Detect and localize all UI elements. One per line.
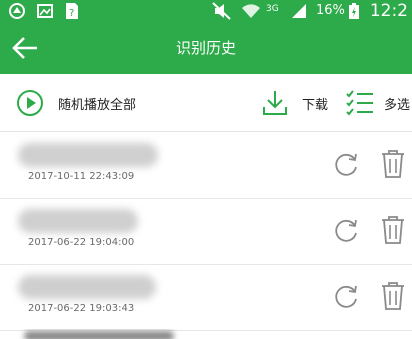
item-timestamp: 2017-10-11 22:43:09 [28,171,135,182]
item-title-redacted [18,143,158,167]
multi-select-button[interactable]: 多选 [346,74,410,132]
trash-icon [382,282,404,310]
refresh-button[interactable] [332,151,360,179]
item-timestamp: 2017-06-22 19:03:43 [28,303,135,314]
refresh-icon [335,285,357,308]
shuffle-play-all-button[interactable]: 随机播放全部 [16,74,136,132]
history-item[interactable]: 2017-06-22 19:03:43 [0,265,412,331]
download-icon [263,91,287,115]
download-label: 下载 [302,97,329,113]
history-item[interactable]: 2017-06-22 19:04:00 [0,199,412,265]
download-button[interactable]: 下载 [262,74,328,132]
clock: 12:2 [369,1,408,21]
network-type: 3G [266,4,279,14]
item-timestamp: 2017-06-22 19:04:00 [28,237,135,248]
item-title-redacted [24,331,174,339]
refresh-icon [335,153,357,176]
item-title-redacted [18,209,138,233]
shuffle-play-all-label: 随机播放全部 [58,97,137,113]
trash-icon [382,216,404,244]
status-bar: ? 3G 16% 12:2 [0,0,412,22]
delete-button[interactable] [380,214,406,246]
delete-button[interactable] [380,280,406,312]
refresh-icon [335,219,357,242]
item-title-redacted [18,275,156,299]
history-item[interactable]: 2017-10-11 22:43:09 [0,133,412,199]
refresh-button[interactable] [332,217,360,245]
play-circle-icon [17,90,43,116]
page-title: 识别历史 [175,39,236,57]
app-bar: 识别历史 [0,22,412,74]
trash-icon [382,150,404,178]
battery-percent: 16% [316,3,345,18]
history-item-partial[interactable] [0,329,412,339]
action-toolbar: 随机播放全部 下载 多选 [0,74,412,132]
checklist-icon [346,90,373,116]
multi-select-label: 多选 [384,97,411,113]
refresh-button[interactable] [332,283,360,311]
delete-button[interactable] [380,148,406,180]
svg-text:?: ? [69,8,74,19]
